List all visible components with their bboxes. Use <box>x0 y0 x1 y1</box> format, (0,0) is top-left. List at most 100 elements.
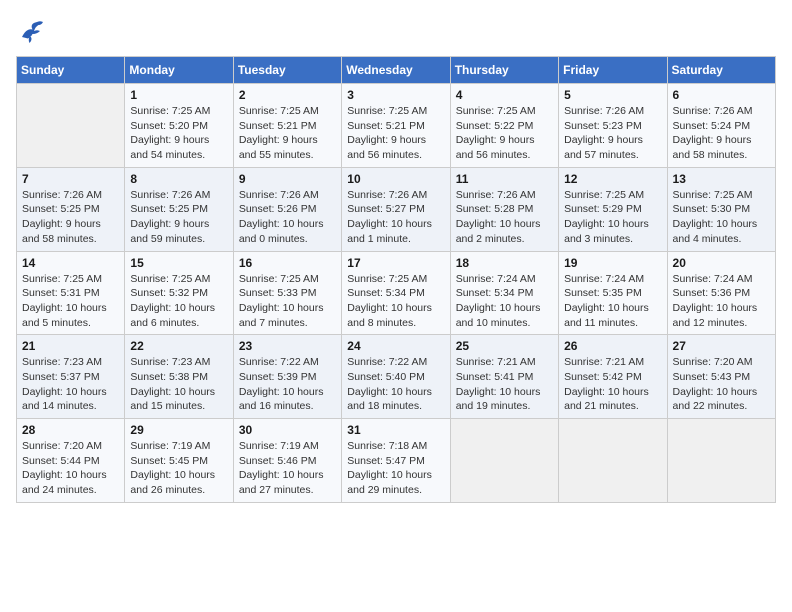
calendar-cell: 5 Sunrise: 7:26 AM Sunset: 5:23 PM Daylig… <box>559 84 667 168</box>
page-header <box>16 16 776 46</box>
calendar-week-row: 7 Sunrise: 7:26 AM Sunset: 5:25 PM Daylig… <box>17 167 776 251</box>
calendar-cell: 2Sunrise: 7:25 AM Sunset: 5:21 PM Daylig… <box>233 84 341 168</box>
day-info: Sunrise: 7:24 AM Sunset: 5:36 PM Dayligh… <box>673 272 770 331</box>
day-number: 23 <box>239 339 336 353</box>
day-info: Sunrise: 7:21 AM Sunset: 5:41 PM Dayligh… <box>456 355 553 414</box>
day-number: 1 <box>130 88 227 102</box>
day-number: 3 <box>347 88 444 102</box>
day-header-sunday: Sunday <box>17 57 125 84</box>
day-number: 29 <box>130 423 227 437</box>
calendar-cell: 21 Sunrise: 7:23 AM Sunset: 5:37 PM Dayli… <box>17 335 125 419</box>
logo <box>16 16 50 46</box>
day-info: Sunrise: 7:25 AM Sunset: 5:22 PM Dayligh… <box>456 104 553 163</box>
day-header-monday: Monday <box>125 57 233 84</box>
day-info: Sunrise: 7:24 AM Sunset: 5:34 PM Dayligh… <box>456 272 553 331</box>
day-info: Sunrise: 7:25 AM Sunset: 5:33 PM Dayligh… <box>239 272 336 331</box>
day-number: 11 <box>456 172 553 186</box>
logo-icon <box>16 16 46 46</box>
day-header-tuesday: Tuesday <box>233 57 341 84</box>
day-info: Sunrise: 7:26 AM Sunset: 5:24 PM Dayligh… <box>673 104 770 163</box>
calendar-cell: 13 Sunrise: 7:25 AM Sunset: 5:30 PM Dayli… <box>667 167 775 251</box>
day-number: 7 <box>22 172 119 186</box>
calendar-cell: 22 Sunrise: 7:23 AM Sunset: 5:38 PM Dayli… <box>125 335 233 419</box>
day-info: Sunrise: 7:22 AM Sunset: 5:40 PM Dayligh… <box>347 355 444 414</box>
day-info: Sunrise: 7:19 AM Sunset: 5:46 PM Dayligh… <box>239 439 336 498</box>
day-info: Sunrise: 7:20 AM Sunset: 5:44 PM Dayligh… <box>22 439 119 498</box>
day-info: Sunrise: 7:20 AM Sunset: 5:43 PM Dayligh… <box>673 355 770 414</box>
calendar-week-row: 14 Sunrise: 7:25 AM Sunset: 5:31 PM Dayli… <box>17 251 776 335</box>
calendar-cell <box>17 84 125 168</box>
day-info: Sunrise: 7:26 AM Sunset: 5:23 PM Dayligh… <box>564 104 661 163</box>
calendar-cell: 12Sunrise: 7:25 AM Sunset: 5:29 PM Dayli… <box>559 167 667 251</box>
day-info: Sunrise: 7:22 AM Sunset: 5:39 PM Dayligh… <box>239 355 336 414</box>
day-info: Sunrise: 7:21 AM Sunset: 5:42 PM Dayligh… <box>564 355 661 414</box>
calendar-cell: 29Sunrise: 7:19 AM Sunset: 5:45 PM Dayli… <box>125 419 233 503</box>
calendar-cell: 19Sunrise: 7:24 AM Sunset: 5:35 PM Dayli… <box>559 251 667 335</box>
day-info: Sunrise: 7:23 AM Sunset: 5:37 PM Dayligh… <box>22 355 119 414</box>
day-header-thursday: Thursday <box>450 57 558 84</box>
calendar-cell: 6Sunrise: 7:26 AM Sunset: 5:24 PM Daylig… <box>667 84 775 168</box>
day-info: Sunrise: 7:25 AM Sunset: 5:20 PM Dayligh… <box>130 104 227 163</box>
calendar-cell: 25 Sunrise: 7:21 AM Sunset: 5:41 PM Dayli… <box>450 335 558 419</box>
day-info: Sunrise: 7:26 AM Sunset: 5:25 PM Dayligh… <box>130 188 227 247</box>
calendar-header-row: SundayMondayTuesdayWednesdayThursdayFrid… <box>17 57 776 84</box>
calendar-week-row: 1 Sunrise: 7:25 AM Sunset: 5:20 PM Daylig… <box>17 84 776 168</box>
day-number: 26 <box>564 339 661 353</box>
day-header-wednesday: Wednesday <box>342 57 450 84</box>
calendar-cell: 14 Sunrise: 7:25 AM Sunset: 5:31 PM Dayli… <box>17 251 125 335</box>
day-number: 25 <box>456 339 553 353</box>
day-info: Sunrise: 7:25 AM Sunset: 5:31 PM Dayligh… <box>22 272 119 331</box>
day-number: 22 <box>130 339 227 353</box>
day-number: 21 <box>22 339 119 353</box>
day-info: Sunrise: 7:25 AM Sunset: 5:30 PM Dayligh… <box>673 188 770 247</box>
calendar-week-row: 21 Sunrise: 7:23 AM Sunset: 5:37 PM Dayli… <box>17 335 776 419</box>
calendar-cell: 18 Sunrise: 7:24 AM Sunset: 5:34 PM Dayli… <box>450 251 558 335</box>
day-info: Sunrise: 7:26 AM Sunset: 5:26 PM Dayligh… <box>239 188 336 247</box>
day-info: Sunrise: 7:26 AM Sunset: 5:28 PM Dayligh… <box>456 188 553 247</box>
calendar-cell: 20 Sunrise: 7:24 AM Sunset: 5:36 PM Dayli… <box>667 251 775 335</box>
calendar-cell: 31 Sunrise: 7:18 AM Sunset: 5:47 PM Dayli… <box>342 419 450 503</box>
day-info: Sunrise: 7:25 AM Sunset: 5:21 PM Dayligh… <box>239 104 336 163</box>
day-number: 18 <box>456 256 553 270</box>
calendar-cell: 23 Sunrise: 7:22 AM Sunset: 5:39 PM Dayli… <box>233 335 341 419</box>
day-number: 17 <box>347 256 444 270</box>
calendar-cell: 16Sunrise: 7:25 AM Sunset: 5:33 PM Dayli… <box>233 251 341 335</box>
calendar-cell: 24 Sunrise: 7:22 AM Sunset: 5:40 PM Dayli… <box>342 335 450 419</box>
calendar-cell: 11 Sunrise: 7:26 AM Sunset: 5:28 PM Dayli… <box>450 167 558 251</box>
calendar-table: SundayMondayTuesdayWednesdayThursdayFrid… <box>16 56 776 503</box>
day-info: Sunrise: 7:18 AM Sunset: 5:47 PM Dayligh… <box>347 439 444 498</box>
day-number: 24 <box>347 339 444 353</box>
day-info: Sunrise: 7:24 AM Sunset: 5:35 PM Dayligh… <box>564 272 661 331</box>
day-header-saturday: Saturday <box>667 57 775 84</box>
day-number: 15 <box>130 256 227 270</box>
day-number: 9 <box>239 172 336 186</box>
day-number: 4 <box>456 88 553 102</box>
calendar-cell: 7Sunrise: 7:26 AM Sunset: 5:25 PM Daylig… <box>17 167 125 251</box>
calendar-week-row: 28Sunrise: 7:20 AM Sunset: 5:44 PM Dayli… <box>17 419 776 503</box>
day-number: 14 <box>22 256 119 270</box>
calendar-cell: 26 Sunrise: 7:21 AM Sunset: 5:42 PM Dayli… <box>559 335 667 419</box>
calendar-cell: 17 Sunrise: 7:25 AM Sunset: 5:34 PM Dayli… <box>342 251 450 335</box>
calendar-cell: 9 Sunrise: 7:26 AM Sunset: 5:26 PM Daylig… <box>233 167 341 251</box>
day-header-friday: Friday <box>559 57 667 84</box>
calendar-cell: 28Sunrise: 7:20 AM Sunset: 5:44 PM Dayli… <box>17 419 125 503</box>
day-number: 5 <box>564 88 661 102</box>
day-info: Sunrise: 7:23 AM Sunset: 5:38 PM Dayligh… <box>130 355 227 414</box>
day-number: 10 <box>347 172 444 186</box>
day-info: Sunrise: 7:25 AM Sunset: 5:32 PM Dayligh… <box>130 272 227 331</box>
day-number: 30 <box>239 423 336 437</box>
calendar-cell <box>667 419 775 503</box>
day-info: Sunrise: 7:25 AM Sunset: 5:29 PM Dayligh… <box>564 188 661 247</box>
day-info: Sunrise: 7:25 AM Sunset: 5:21 PM Dayligh… <box>347 104 444 163</box>
calendar-cell <box>559 419 667 503</box>
calendar-cell <box>450 419 558 503</box>
calendar-cell: 3 Sunrise: 7:25 AM Sunset: 5:21 PM Daylig… <box>342 84 450 168</box>
day-number: 31 <box>347 423 444 437</box>
day-info: Sunrise: 7:25 AM Sunset: 5:34 PM Dayligh… <box>347 272 444 331</box>
calendar-cell: 8Sunrise: 7:26 AM Sunset: 5:25 PM Daylig… <box>125 167 233 251</box>
calendar-cell: 27Sunrise: 7:20 AM Sunset: 5:43 PM Dayli… <box>667 335 775 419</box>
calendar-cell: 10Sunrise: 7:26 AM Sunset: 5:27 PM Dayli… <box>342 167 450 251</box>
day-number: 13 <box>673 172 770 186</box>
calendar-cell: 15 Sunrise: 7:25 AM Sunset: 5:32 PM Dayli… <box>125 251 233 335</box>
day-number: 20 <box>673 256 770 270</box>
